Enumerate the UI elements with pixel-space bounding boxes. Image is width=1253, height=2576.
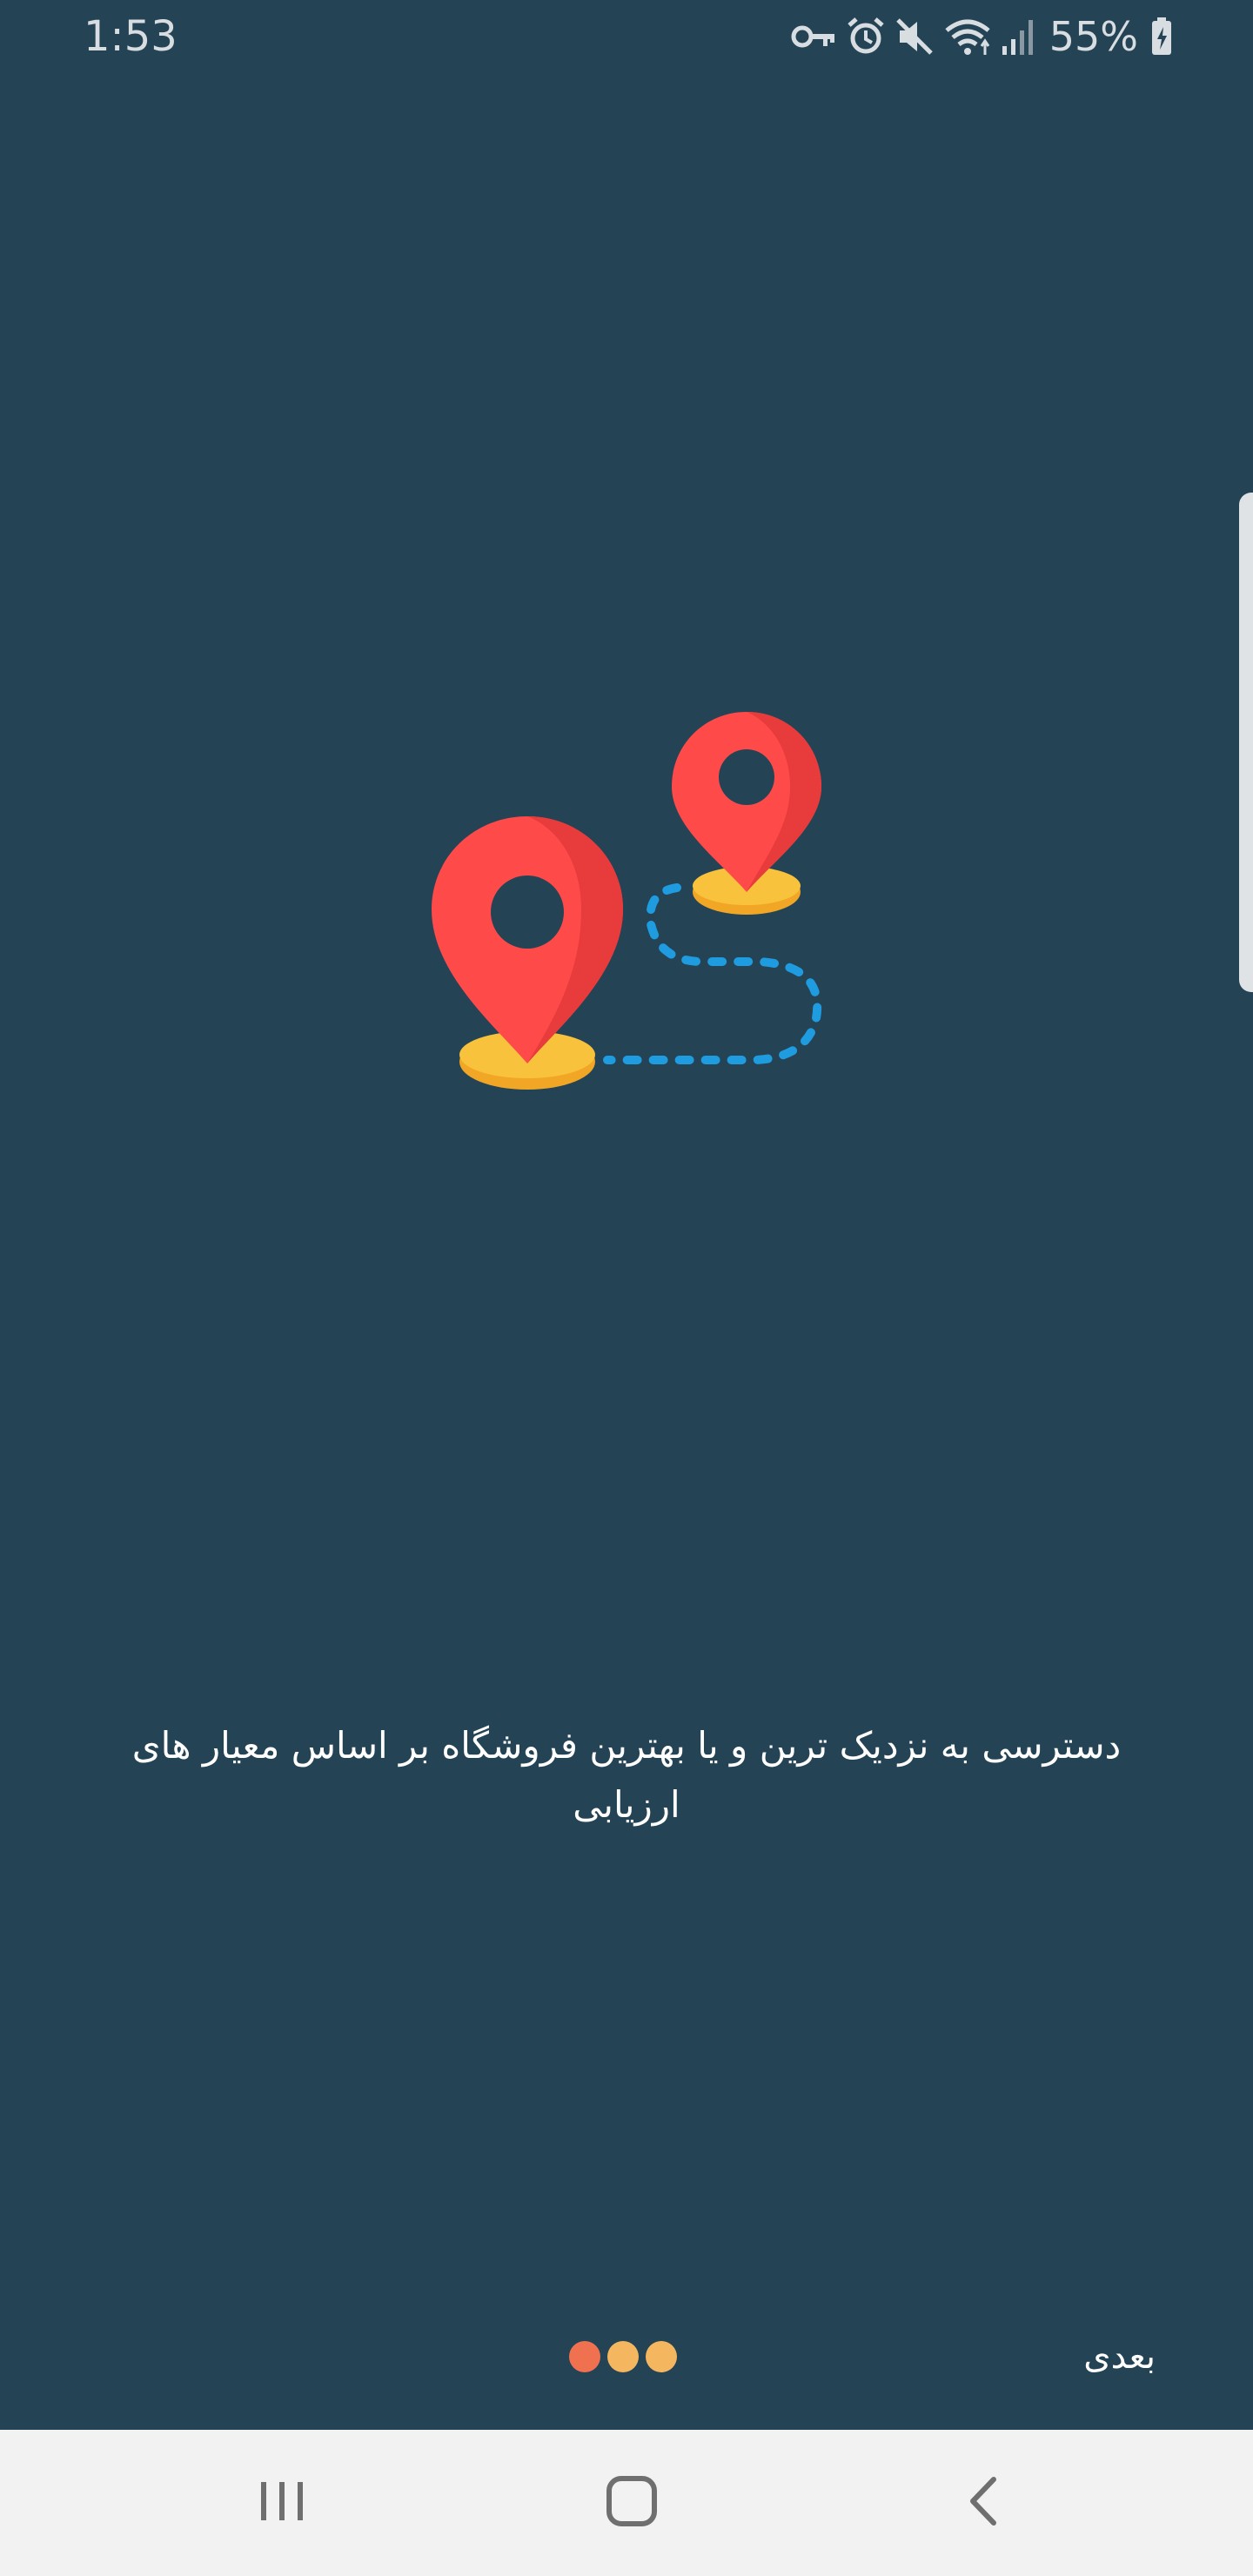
signal-icon xyxy=(1001,17,1035,57)
battery-percent: 55% xyxy=(1049,13,1138,60)
map-pins-route-icon xyxy=(425,696,834,1105)
battery-charging-icon xyxy=(1150,17,1173,57)
edge-panel-handle[interactable] xyxy=(1239,493,1253,992)
page-dot-3 xyxy=(646,2341,677,2372)
status-icons: 55% xyxy=(790,12,1173,61)
onboarding-screen: 1:53 55% دسترسی به نزدیک ترین و یا بهتری… xyxy=(0,0,1253,2576)
navigation-bar xyxy=(0,2430,1253,2576)
page-indicator xyxy=(569,2341,677,2372)
back-icon xyxy=(964,2474,1002,2532)
status-bar: 1:53 55% xyxy=(0,0,1253,73)
page-dot-2 xyxy=(607,2341,639,2372)
recents-button[interactable] xyxy=(195,2430,369,2576)
wifi-icon xyxy=(943,17,992,57)
onboarding-description: دسترسی به نزدیک ترین و یا بهترین فروشگاه… xyxy=(131,1724,1122,1826)
next-button[interactable]: بعدی xyxy=(1083,2332,1156,2381)
vpn-key-icon xyxy=(790,19,837,54)
recents-icon xyxy=(258,2477,306,2529)
home-button[interactable] xyxy=(545,2430,719,2576)
back-button[interactable] xyxy=(896,2430,1070,2576)
page-dot-1 xyxy=(569,2341,600,2372)
home-icon xyxy=(605,2474,659,2532)
status-time: 1:53 xyxy=(84,12,178,61)
alarm-icon xyxy=(846,17,886,57)
mute-icon xyxy=(895,17,935,57)
